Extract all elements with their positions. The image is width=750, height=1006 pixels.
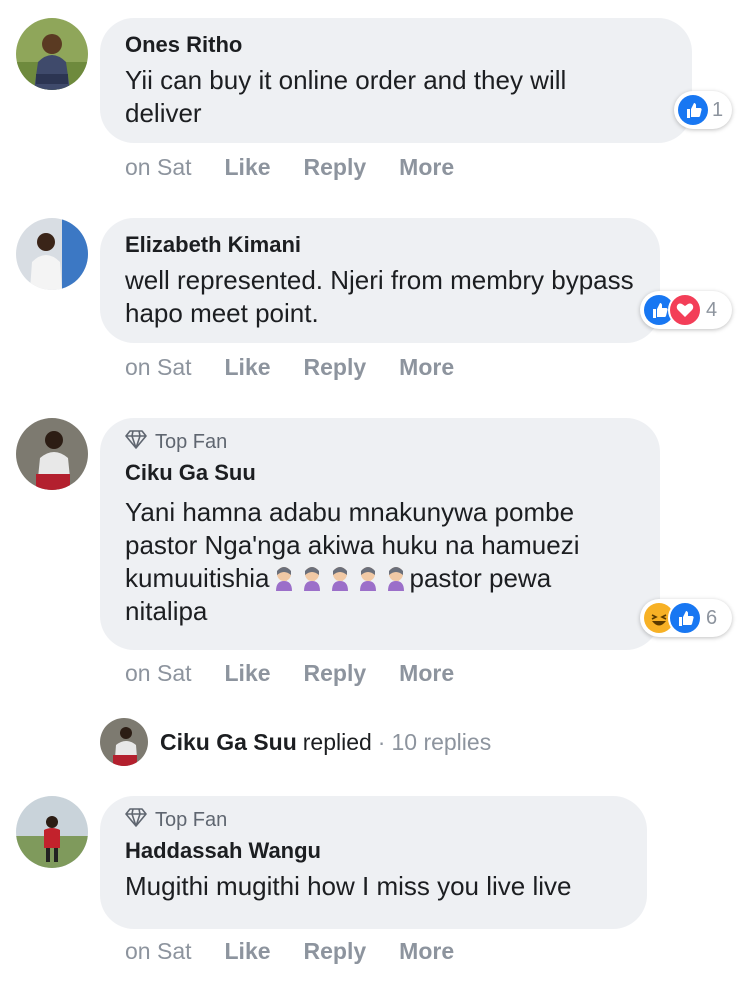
avatar[interactable]	[16, 796, 88, 868]
diamond-icon	[125, 429, 147, 455]
comment-timestamp[interactable]: on Sat	[125, 938, 192, 965]
avatar[interactable]	[16, 418, 88, 490]
separator-dot: ·	[377, 728, 386, 755]
comment-text-line: pastor Nga'nga akiwa huku na hamuezi	[125, 530, 580, 560]
avatar	[100, 718, 148, 766]
top-fan-badge: Top Fan	[125, 807, 623, 833]
comment-actions: on Sat Like Reply More	[125, 154, 454, 181]
avatar[interactable]	[16, 218, 88, 290]
comment-text: Yii can buy it online order and they wil…	[125, 65, 567, 128]
comment-bubble: Top Fan Ciku Ga Suu Yani hamna adabu mna…	[100, 418, 660, 650]
comment-timestamp[interactable]: on Sat	[125, 660, 192, 687]
replier-name[interactable]: Ciku Ga Suu	[160, 729, 297, 756]
reaction-count: 1	[712, 98, 724, 121]
like-reaction-icon	[668, 601, 702, 635]
comment-text-part: kumuuitishia	[125, 563, 270, 593]
like-button[interactable]: Like	[225, 154, 271, 181]
comment-actions: on Sat Like Reply More	[125, 354, 454, 381]
facepalm-emoji-icon	[298, 563, 326, 591]
more-button[interactable]: More	[399, 660, 454, 687]
comment-text-line: kumuuitishia pastor pewa	[125, 562, 645, 595]
comment-author[interactable]: Ones Ritho	[125, 32, 668, 58]
top-fan-label: Top Fan	[155, 808, 228, 831]
more-button[interactable]: More	[399, 354, 454, 381]
more-button[interactable]: More	[399, 938, 454, 965]
diamond-icon	[125, 807, 147, 833]
reaction-count: 4	[706, 298, 718, 321]
avatar[interactable]	[16, 18, 88, 90]
top-fan-badge: Top Fan	[125, 429, 636, 455]
comment-author[interactable]: Elizabeth Kimani	[125, 232, 636, 258]
reply-button[interactable]: Reply	[304, 660, 367, 687]
comment-text-line: Yani hamna adabu mnakunywa pombe	[125, 497, 575, 527]
top-fan-label: Top Fan	[155, 430, 228, 453]
comment-bubble: Top Fan Haddassah Wangu Mugithi mugithi …	[100, 796, 647, 929]
reply-count[interactable]: 10 replies	[391, 729, 491, 756]
facepalm-emoji-icon	[354, 563, 382, 591]
comment-bubble: Ones Ritho Yii can buy it online order a…	[100, 18, 692, 143]
comment-text: Mugithi mugithi how I miss you live live	[125, 871, 572, 901]
comment-timestamp[interactable]: on Sat	[125, 354, 192, 381]
love-reaction-icon	[668, 293, 702, 327]
reply-button[interactable]: Reply	[304, 354, 367, 381]
comment-bubble: Elizabeth Kimani well represented. Njeri…	[100, 218, 660, 343]
reply-button[interactable]: Reply	[304, 154, 367, 181]
reaction-summary[interactable]: 6	[640, 599, 732, 637]
reaction-summary[interactable]: 1	[674, 91, 732, 129]
comment-author[interactable]: Haddassah Wangu	[125, 838, 623, 864]
reply-button[interactable]: Reply	[304, 938, 367, 965]
reaction-count: 6	[706, 606, 718, 629]
reaction-summary[interactable]: 4	[640, 291, 732, 329]
like-button[interactable]: Like	[225, 938, 271, 965]
facepalm-emoji-icon	[382, 563, 410, 591]
comment-text-part: pastor pewa	[409, 563, 552, 593]
like-button[interactable]: Like	[225, 660, 271, 687]
facepalm-emoji-icon	[326, 563, 354, 591]
comment-author[interactable]: Ciku Ga Suu	[125, 460, 636, 486]
view-replies-link[interactable]: Ciku Ga Suu replied · 10 replies	[100, 718, 491, 766]
comment-actions: on Sat Like Reply More	[125, 660, 454, 687]
like-reaction-icon	[678, 95, 708, 125]
replied-label: replied	[302, 728, 372, 755]
comment-timestamp[interactable]: on Sat	[125, 154, 192, 181]
comment-text: Yani hamna adabu mnakunywa pombe pastor …	[125, 496, 645, 628]
like-button[interactable]: Like	[225, 354, 271, 381]
facepalm-emoji-icon	[270, 563, 298, 591]
comment-text-line: nitalipa	[125, 596, 208, 626]
comment-text: well represented. Njeri from membry bypa…	[125, 265, 634, 328]
comment-actions: on Sat Like Reply More	[125, 938, 454, 965]
more-button[interactable]: More	[399, 154, 454, 181]
